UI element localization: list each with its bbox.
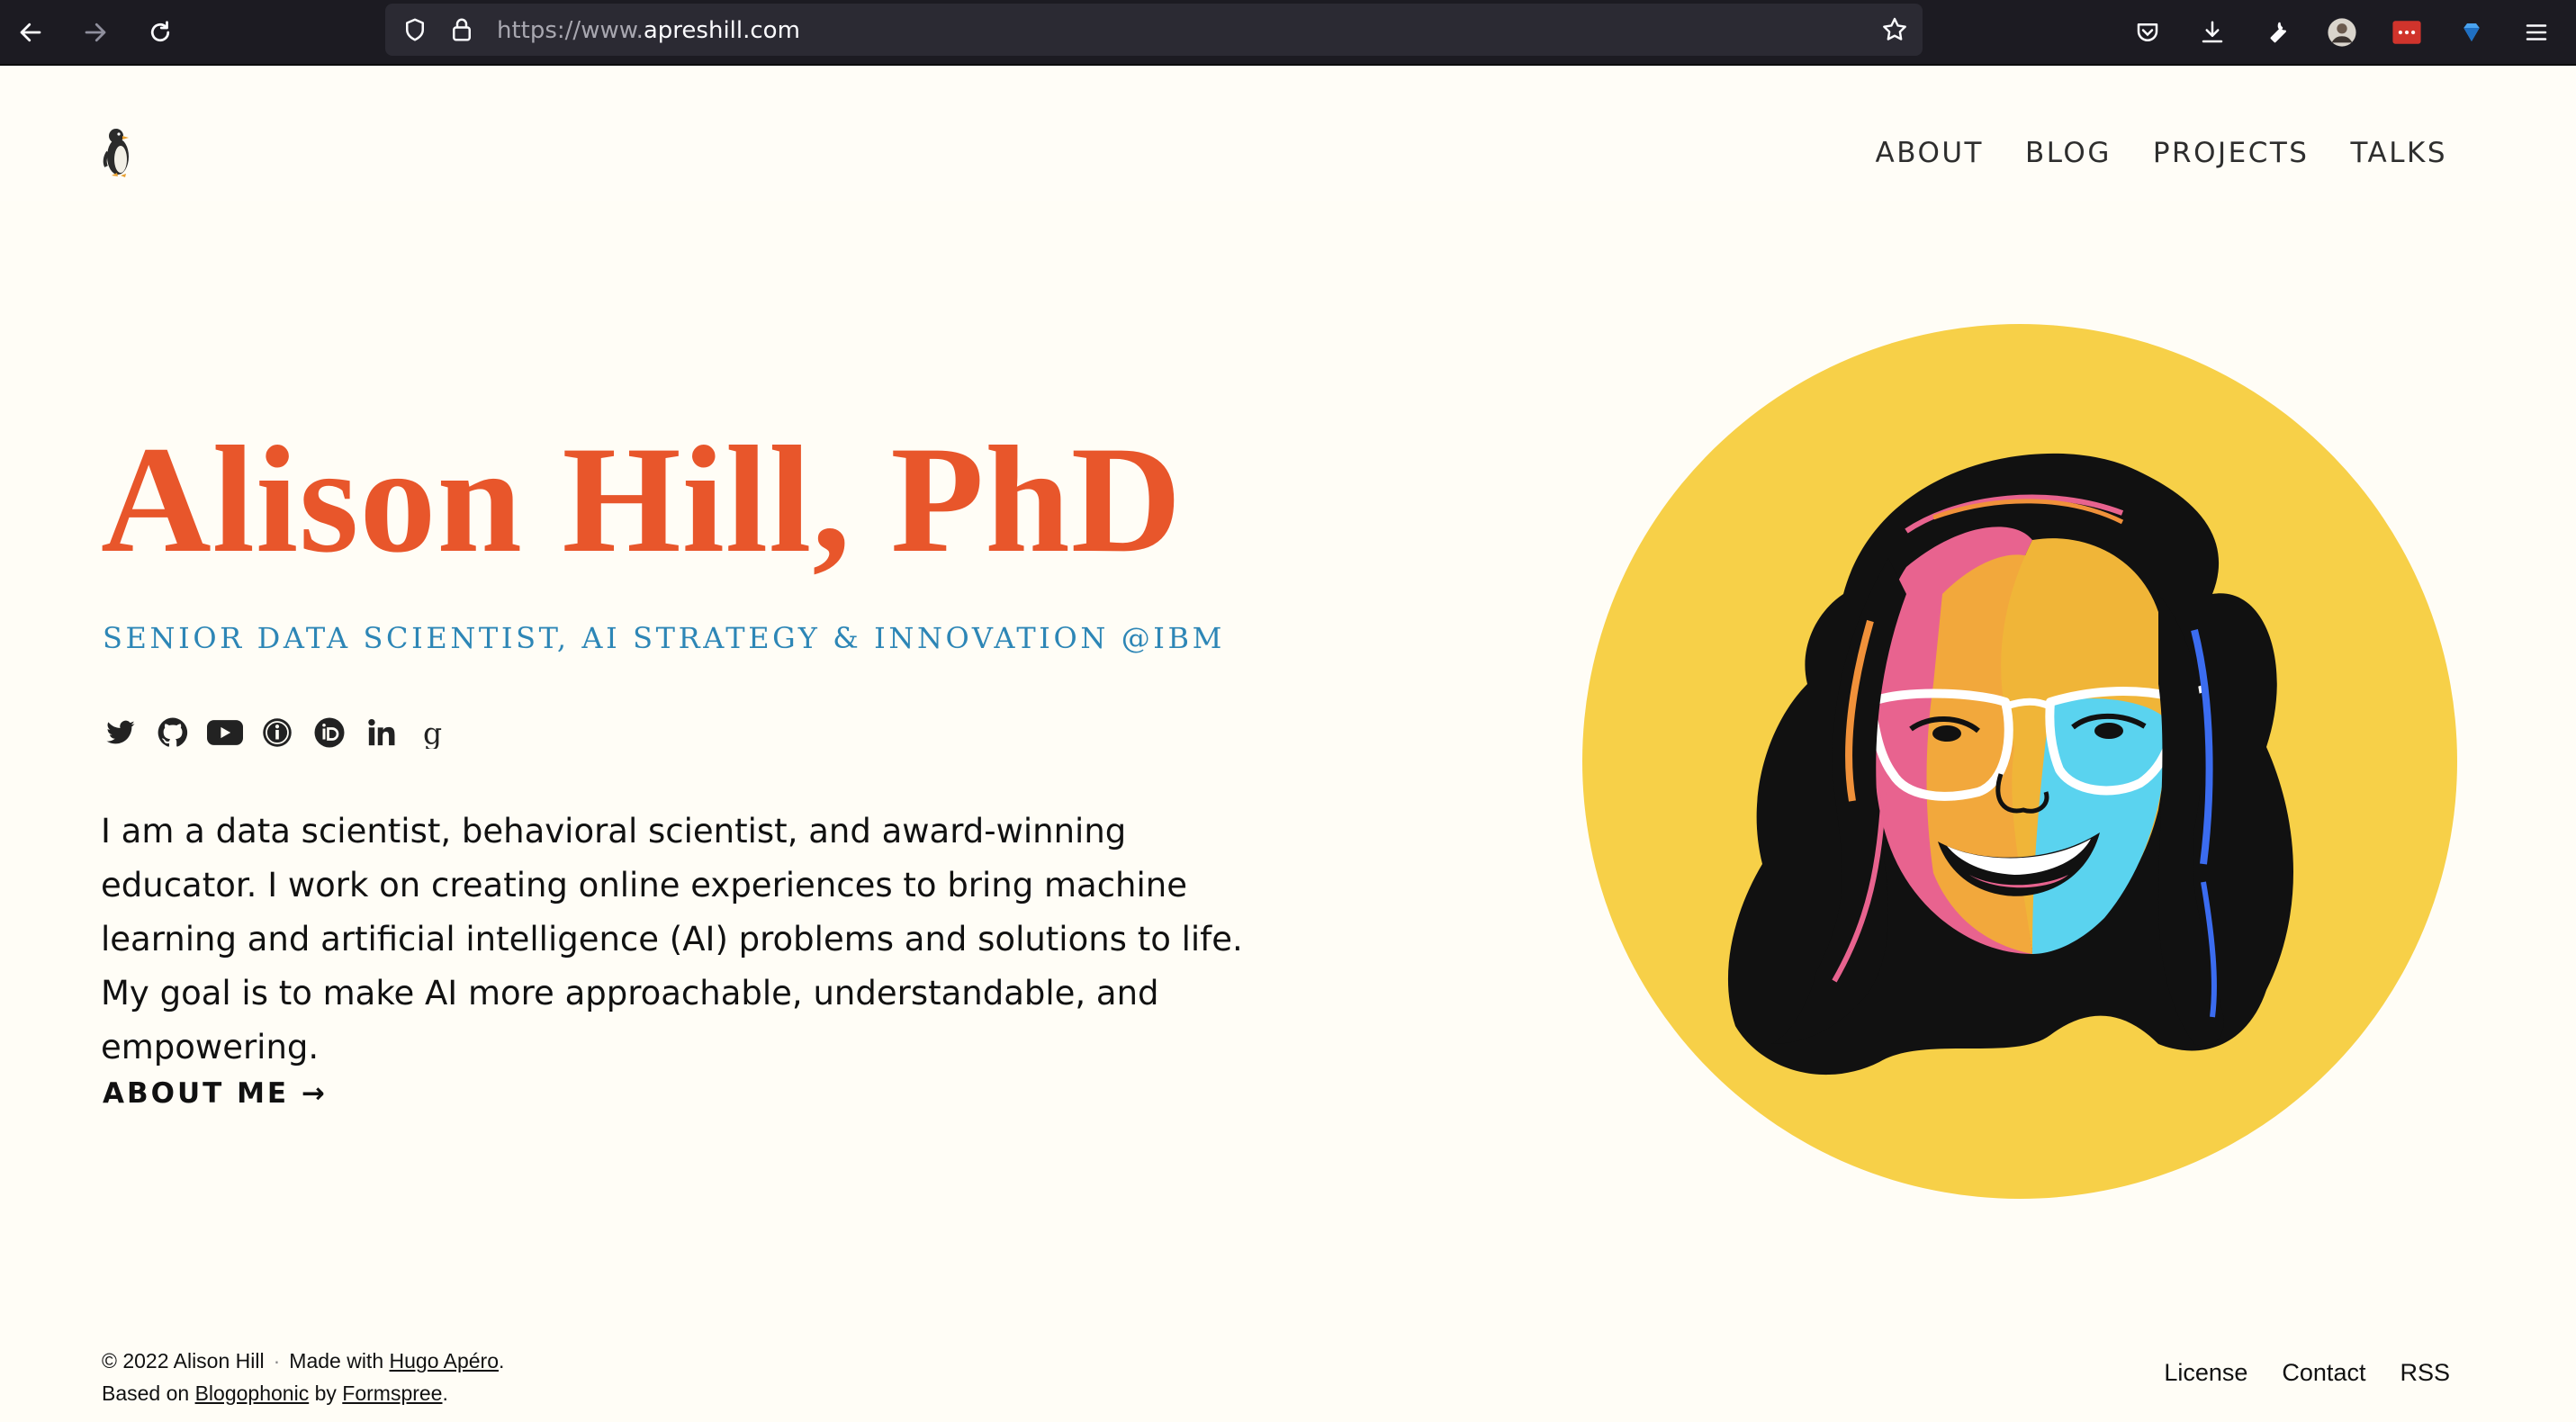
- page-title: Alison Hill, PhD: [101, 415, 1183, 584]
- site-header: ABOUT BLOG PROJECTS TALKS: [0, 68, 2576, 201]
- svg-text:g: g: [423, 716, 442, 749]
- nav-talks[interactable]: TALKS: [2350, 137, 2447, 169]
- star-bookmark-icon[interactable]: [1878, 13, 1912, 47]
- url-prefix: https://www.: [497, 17, 644, 44]
- footer-rss-link[interactable]: RSS: [2400, 1359, 2450, 1387]
- about-me-link[interactable]: ABOUT ME →: [103, 1077, 328, 1110]
- nav-projects[interactable]: PROJECTS: [2153, 137, 2310, 169]
- browser-toolbar: https://www.apreshill.com: [0, 0, 2576, 66]
- hero-subtitle: SENIOR DATA SCIENTIST, AI STRATEGY & INN…: [103, 621, 1226, 655]
- footer-separator: ·: [273, 1349, 281, 1372]
- based-on-text: Based on: [102, 1382, 190, 1405]
- reload-icon[interactable]: [139, 11, 182, 54]
- download-icon[interactable]: [2191, 11, 2234, 54]
- nav-blog[interactable]: BLOG: [2025, 137, 2112, 169]
- extension-icon[interactable]: [2385, 11, 2428, 54]
- by-text: by: [314, 1382, 337, 1405]
- social-links: g: [103, 715, 452, 751]
- forward-arrow-icon[interactable]: [74, 11, 117, 54]
- footer-contact-link[interactable]: Contact: [2282, 1359, 2365, 1387]
- github-icon[interactable]: [155, 715, 191, 751]
- made-with-text: Made with: [289, 1349, 384, 1372]
- url-domain: apreshill.com: [643, 17, 800, 44]
- address-bar[interactable]: https://www.apreshill.com: [385, 4, 1923, 56]
- google-scholar-icon[interactable]: g: [416, 715, 452, 751]
- hamburger-menu-icon[interactable]: [2515, 11, 2558, 54]
- lock-icon[interactable]: [445, 13, 479, 47]
- pocket-icon[interactable]: [2126, 11, 2169, 54]
- blogophonic-link[interactable]: Blogophonic: [195, 1382, 310, 1405]
- youtube-icon[interactable]: [207, 715, 243, 751]
- info-icon[interactable]: [259, 715, 295, 751]
- formspree-link[interactable]: Formspree: [342, 1382, 442, 1405]
- footer-license-link[interactable]: License: [2164, 1359, 2247, 1387]
- gem-extension-icon[interactable]: [2450, 11, 2493, 54]
- footer-links: License Contact RSS: [2164, 1359, 2450, 1387]
- twitter-icon[interactable]: [103, 715, 139, 751]
- bio-text: I am a data scientist, behavioral scient…: [101, 812, 1243, 1066]
- wrench-icon[interactable]: [2256, 11, 2299, 54]
- copyright-text: © 2022 Alison Hill: [102, 1349, 265, 1372]
- penguin-icon[interactable]: [97, 125, 139, 179]
- nav-about[interactable]: ABOUT: [1876, 137, 1984, 169]
- main-nav: ABOUT BLOG PROJECTS TALKS: [1876, 137, 2447, 169]
- footer-credits: © 2022 Alison Hill · Made with Hugo Apéro.…: [102, 1349, 505, 1405]
- back-arrow-icon[interactable]: [9, 11, 52, 54]
- shield-icon[interactable]: [398, 13, 432, 47]
- orcid-icon[interactable]: [311, 715, 347, 751]
- linkedin-icon[interactable]: [364, 715, 400, 751]
- hugo-apero-link[interactable]: Hugo Apéro: [390, 1349, 499, 1372]
- portrait-illustration: [1582, 324, 2457, 1199]
- profile-avatar-icon[interactable]: [2320, 11, 2364, 54]
- url-text[interactable]: https://www.apreshill.com: [497, 17, 800, 44]
